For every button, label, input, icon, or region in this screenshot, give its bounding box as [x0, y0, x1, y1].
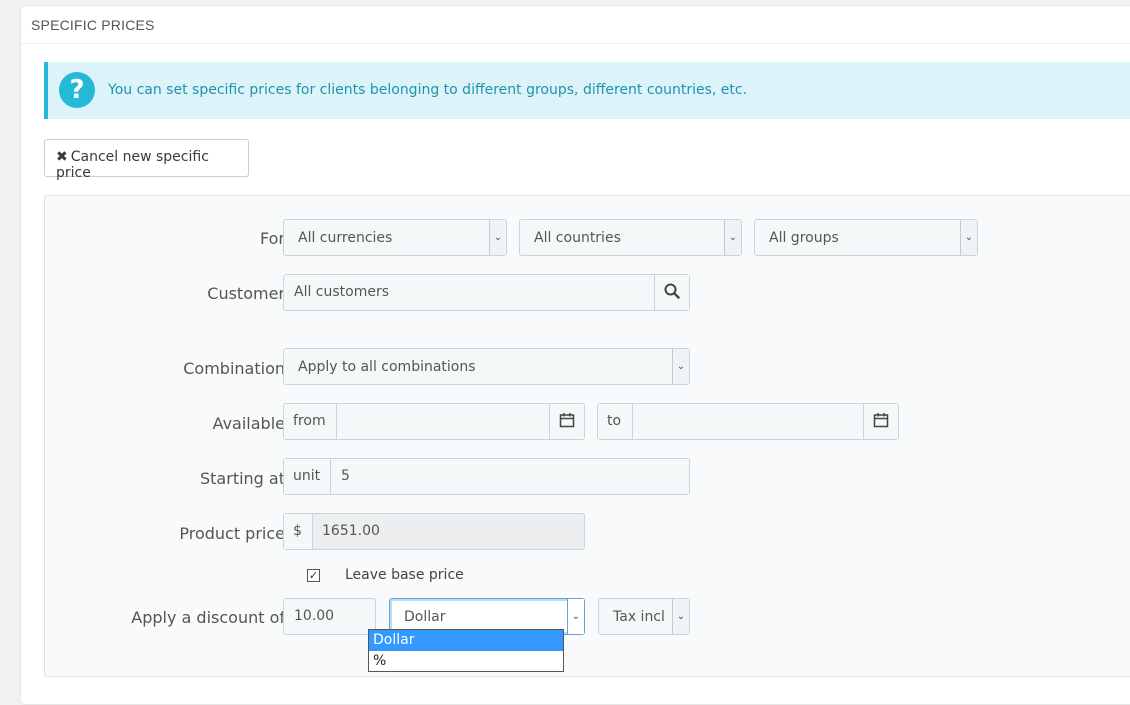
chevron-down-icon: ⌄ — [724, 220, 741, 255]
discount-type-dropdown: Dollar % — [368, 629, 564, 672]
combination-label: Combination — [183, 359, 285, 378]
chevron-down-icon: ⌄ — [672, 599, 689, 634]
chevron-down-icon: ⌄ — [960, 220, 977, 255]
currency-select-value: All currencies — [298, 230, 393, 246]
chevron-down-icon: ⌄ — [489, 220, 506, 255]
tax-select[interactable]: Tax incl ⌄ — [598, 598, 690, 635]
question-icon: ? — [59, 72, 95, 108]
dropdown-option-percent[interactable]: % — [369, 651, 563, 672]
calendar-icon[interactable] — [549, 404, 584, 439]
page-gutter — [0, 0, 20, 699]
starting-at-value: 5 — [341, 468, 350, 484]
leave-base-price-label: Leave base price — [345, 567, 464, 583]
country-select[interactable]: All countries ⌄ — [519, 219, 742, 256]
chevron-down-icon: ⌄ — [567, 599, 584, 634]
panel-title: SPECIFIC PRICES — [21, 6, 1130, 44]
search-icon[interactable] — [654, 275, 689, 310]
country-select-value: All countries — [534, 230, 621, 246]
customer-input[interactable]: All customers — [283, 274, 690, 311]
calendar-icon[interactable] — [863, 404, 898, 439]
available-from-input[interactable]: from — [283, 403, 585, 440]
customer-input-value: All customers — [294, 284, 390, 300]
product-price-value: 1651.00 — [322, 523, 380, 539]
specific-prices-panel: SPECIFIC PRICES ? You can set specific p… — [20, 5, 1130, 705]
for-label: For — [260, 229, 285, 248]
info-alert: ? You can set specific prices for client… — [44, 62, 1130, 119]
combination-select-value: Apply to all combinations — [298, 359, 476, 375]
available-to-input[interactable]: to — [597, 403, 899, 440]
to-addon: to — [598, 404, 633, 439]
discount-label: Apply a discount of — [131, 608, 285, 627]
specific-price-form: For All currencies ⌄ All countries ⌄ All… — [44, 195, 1130, 677]
discount-type-value: Dollar — [404, 609, 446, 625]
group-select[interactable]: All groups ⌄ — [754, 219, 978, 256]
currency-addon: $ — [284, 514, 313, 549]
group-select-value: All groups — [769, 230, 839, 246]
from-addon: from — [284, 404, 337, 439]
product-price-label: Product price — [179, 524, 285, 543]
leave-base-price-checkbox[interactable]: ✓ — [307, 569, 320, 582]
starting-at-input[interactable]: unit 5 — [283, 458, 690, 495]
alert-text: You can set specific prices for clients … — [108, 82, 748, 98]
combination-select[interactable]: Apply to all combinations ⌄ — [283, 348, 690, 385]
customer-label: Customer — [207, 284, 285, 303]
product-price-input: $ 1651.00 — [283, 513, 585, 550]
cancel-new-specific-price-button[interactable]: ✖ Cancel new specific price — [44, 139, 249, 181]
cancel-button-label: Cancel new specific price — [56, 149, 209, 181]
discount-amount-value: 10.00 — [294, 608, 335, 624]
starting-at-label: Starting at — [200, 469, 285, 488]
unit-addon: unit — [284, 459, 331, 494]
available-label: Available — [212, 414, 285, 433]
tax-select-value: Tax incl — [613, 609, 665, 625]
discount-amount-input[interactable]: 10.00 — [283, 598, 376, 635]
chevron-down-icon: ⌄ — [672, 349, 689, 384]
currency-select[interactable]: All currencies ⌄ — [283, 219, 507, 256]
dropdown-option-dollar[interactable]: Dollar — [369, 630, 563, 651]
close-icon: ✖ — [56, 149, 68, 165]
